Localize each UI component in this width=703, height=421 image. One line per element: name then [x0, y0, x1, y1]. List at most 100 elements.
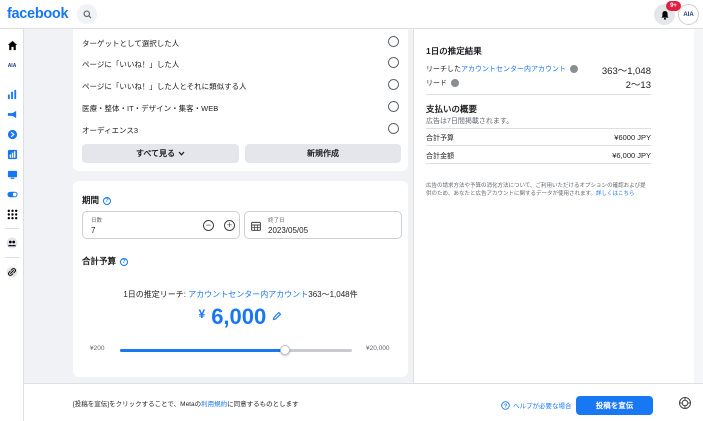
end-date-field[interactable]: 終了日 2023/05/05 [244, 211, 402, 239]
link-icon[interactable] [5, 265, 19, 279]
info-icon[interactable] [451, 79, 459, 88]
decrease-days-button[interactable]: − [203, 220, 214, 231]
help-label: ヘルプが必要な場合 [513, 403, 572, 410]
section-divider [426, 94, 651, 95]
total-amount-label: 合計金額 [426, 153, 454, 160]
info-icon[interactable]: ? [120, 257, 129, 266]
people-icon[interactable] [5, 236, 19, 250]
total-budget-value: ¥6000 JPY [614, 133, 651, 142]
monitor-icon[interactable] [5, 167, 19, 181]
see-all-label: すべて見る [135, 149, 176, 158]
top-bar: facebook 9+ AIA [0, 0, 703, 29]
budget-min-label: ¥200 [90, 345, 105, 352]
payment-summary-subtitle: 広告は7日間掲載されます。 [426, 118, 514, 125]
daily-results-title: 1日の推定結果 [426, 46, 482, 56]
reach-account-link[interactable]: アカウントセンター内アカウント [461, 66, 566, 73]
audience-radio[interactable] [388, 36, 399, 47]
reach-value: 363〜1,048 [601, 66, 651, 77]
bar-chart-icon[interactable] [5, 87, 19, 101]
footer-bar: [投稿を宣伝]をクリックすることで、Metaの利用規約に同意するものとします ?… [24, 383, 703, 421]
end-date-value: 2023/05/05 [268, 226, 309, 235]
audience-radio[interactable] [388, 123, 399, 134]
promote-post-button[interactable]: 投稿を宣伝 [576, 396, 653, 415]
sidebar-divider [5, 257, 19, 258]
budget-slider[interactable] [120, 345, 352, 355]
terms-agreement: [投稿を宣伝]をクリックすることで、Metaの利用規約に同意するものとします [73, 398, 299, 408]
account-avatar[interactable]: AIA [678, 4, 699, 25]
estimated-reach-line: 1日の推定リーチ: アカウントセンター内アカウント363〜1,048件 [73, 289, 408, 300]
audience-option[interactable]: ページに「いいね！」した人とそれに類似する人 [82, 75, 399, 95]
total-budget-row: 合計予算 ¥6000 JPY [426, 133, 651, 143]
toggle-icon[interactable] [5, 187, 19, 201]
end-date-label: 終了日 [268, 218, 285, 224]
budget-title: 合計予算 [82, 256, 117, 266]
audience-option-label: ターゲットとして選択した人 [82, 39, 180, 48]
pencil-icon[interactable] [272, 311, 282, 321]
audience-radio[interactable] [388, 57, 399, 68]
period-title: 期間 [82, 195, 100, 205]
period-title-row: 期間? [82, 194, 112, 206]
chevron-down-icon [178, 151, 185, 156]
audience-option[interactable]: ターゲットとして選択した人 [82, 32, 399, 52]
circle-arrow-icon[interactable] [5, 127, 19, 141]
audience-option-label: ページに「いいね！」した人とそれに類似する人 [82, 82, 247, 91]
audience-radio[interactable] [388, 101, 399, 112]
assistant-icon [679, 397, 691, 409]
reach-range: 363〜1,048件 [308, 290, 358, 299]
total-amount-value: ¥6,000 JPY [612, 151, 651, 160]
budget-amount-display[interactable]: ¥6,000 [73, 304, 408, 330]
audience-card: ターゲットとして選択した人 ページに「いいね！」した人 ページに「いいね！」した… [73, 29, 408, 171]
results-panel: 1日の推定結果 リーチしたアカウントセンター内アカウント 363〜1,048 リ… [413, 29, 703, 421]
help-icon: ? [501, 400, 510, 410]
budget-amount: 6,000 [211, 304, 267, 329]
data-usage-disclaimer: 広告の請求方法や予算の消化方法について、ご利用いただけるオプションの確認および提… [426, 182, 651, 198]
section-divider [426, 128, 651, 129]
sidebar-divider [5, 228, 19, 229]
terms-link[interactable]: 利用規約 [201, 401, 227, 408]
budget-slider-fill [120, 349, 285, 352]
calendar-icon [251, 221, 261, 231]
info-icon[interactable]: ? [103, 196, 112, 205]
home-icon[interactable] [5, 38, 19, 52]
assistant-button[interactable] [674, 392, 696, 414]
days-label: 日数 [91, 218, 103, 224]
bell-icon [660, 10, 669, 20]
reach-prefix: 1日の推定リーチ: [123, 290, 189, 299]
facebook-logo[interactable]: facebook [7, 6, 69, 22]
section-divider [426, 145, 651, 146]
audience-option-label: オーディエンス3 [82, 126, 138, 135]
audience-option-label: ページに「いいね！」した人 [82, 60, 180, 69]
leads-row: リード 2〜13 [426, 78, 651, 91]
learn-more-link[interactable]: 詳しくはこちら [596, 191, 635, 197]
page-scrollbar[interactable] [694, 29, 703, 421]
create-new-button[interactable]: 新規作成 [245, 144, 401, 163]
increase-days-button[interactable]: + [224, 220, 235, 231]
audience-option[interactable]: 医療・整体・IT・デザイン・集客・WEB [82, 97, 399, 117]
left-sidebar: AIA [0, 29, 24, 421]
account-center-link[interactable]: アカウントセンター内アカウント [188, 290, 308, 299]
aia-logo-icon[interactable]: AIA [5, 59, 19, 73]
leads-label: リード [426, 80, 447, 87]
search-icon [82, 9, 92, 19]
reach-row: リーチしたアカウントセンター内アカウント 363〜1,048 [426, 64, 651, 77]
apps-grid-icon[interactable] [5, 207, 19, 221]
grid-chart-icon[interactable] [5, 147, 19, 161]
days-field[interactable]: 日数 7 − + [82, 211, 240, 239]
budget-slider-thumb[interactable] [279, 345, 290, 355]
period-budget-card: 期間? 日数 7 − + 終了日 2023/05/05 合計予算? 1日の推定リ… [73, 181, 408, 377]
search-button[interactable] [77, 4, 97, 24]
help-link[interactable]: ? ヘルプが必要な場合 [501, 400, 572, 410]
audience-option[interactable]: ページに「いいね！」した人 [82, 53, 399, 73]
audience-option[interactable]: オーディエンス3 [82, 119, 399, 139]
see-all-button[interactable]: すべて見る [82, 144, 239, 163]
audience-option-label: 医療・整体・IT・デザイン・集客・WEB [82, 104, 219, 113]
currency-symbol: ¥ [198, 307, 206, 321]
total-budget-label: 合計予算 [426, 135, 454, 142]
megaphone-icon[interactable] [5, 107, 19, 121]
agreement-suffix: に同意するものとします [227, 401, 299, 408]
budget-title-row: 合計予算? [82, 255, 129, 267]
audience-radio[interactable] [388, 79, 399, 90]
info-icon[interactable] [570, 65, 578, 74]
budget-max-label: ¥20,000 [366, 345, 390, 352]
section-divider [426, 163, 651, 164]
